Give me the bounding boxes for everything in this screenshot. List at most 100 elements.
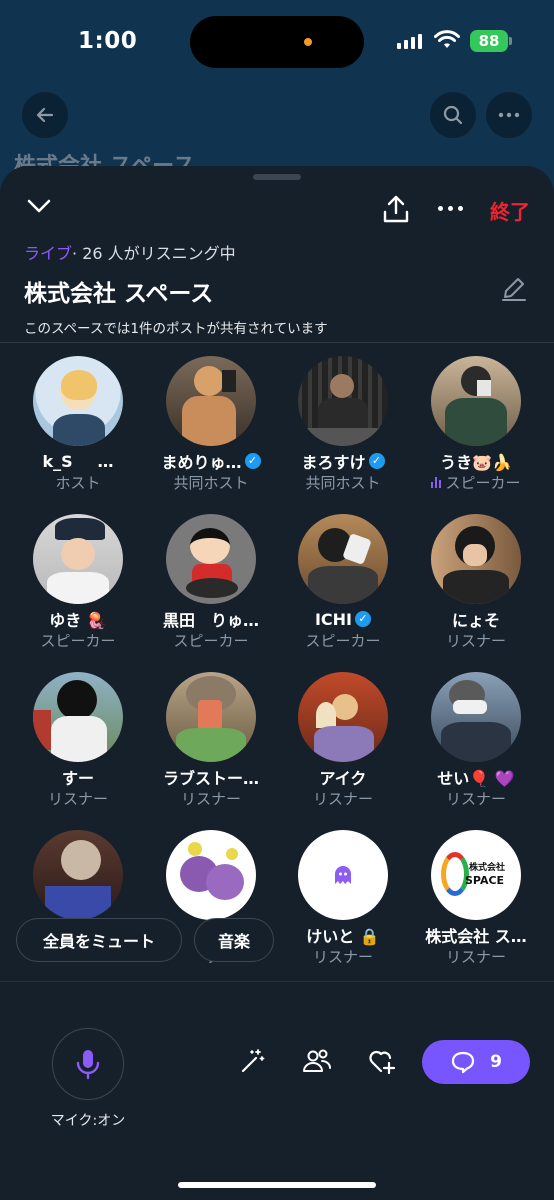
wifi-icon — [434, 30, 460, 48]
divider — [0, 342, 554, 343]
participant-name: k_S … — [42, 451, 114, 471]
avatar — [33, 672, 123, 762]
participant-card[interactable]: にょそ リスナー — [410, 514, 542, 650]
shared-posts-note[interactable]: このスペースでは1件のポストが共有されています — [24, 317, 328, 337]
end-space-button[interactable]: 終了 — [490, 196, 530, 225]
edit-icon[interactable] — [500, 274, 528, 302]
participant-role: リスナー — [180, 789, 241, 808]
avatar — [166, 514, 256, 604]
participant-card[interactable]: ラブストー… リスナー — [145, 672, 277, 808]
participant-name: まろすけ ✓ — [301, 450, 385, 472]
magic-wand-icon[interactable] — [240, 1048, 266, 1074]
participant-card[interactable]: うき🐷🍌 スピーカー — [410, 356, 542, 492]
participant-name: すー — [61, 769, 94, 788]
chat-bubble-icon — [451, 1051, 475, 1074]
status-time: 1:00 — [78, 28, 138, 54]
search-icon — [443, 105, 463, 125]
search-button[interactable] — [430, 92, 476, 138]
avatar — [298, 514, 388, 604]
avatar — [431, 514, 521, 604]
space-sheet: 終了 ライブ· 26 人がリスニング中 株式会社 スペース このスペースでは1件… — [0, 166, 554, 1200]
divider — [0, 981, 554, 982]
participant-name: けいと 🔒 — [306, 927, 380, 946]
avatar — [166, 830, 256, 920]
participant-card[interactable]: まめりゅ… ✓ 共同ホスト — [145, 356, 277, 492]
avatar — [298, 830, 388, 920]
more-icon — [498, 112, 520, 118]
participant-card[interactable]: ゆき 🪼 スピーカー — [12, 514, 144, 650]
speaking-indicator-icon — [431, 476, 442, 488]
home-indicator — [178, 1182, 376, 1188]
chat-count: 9 — [490, 1052, 502, 1072]
participant-role: ホスト — [55, 473, 101, 492]
participant-card[interactable]: 黒田 りゅ… スピーカー — [145, 514, 277, 650]
participant-role: 共同ホスト — [305, 473, 381, 492]
mic-button[interactable] — [52, 1028, 124, 1100]
music-button[interactable]: 音楽 — [194, 918, 274, 962]
participant-card[interactable]: k_S … ホスト — [12, 356, 144, 492]
live-status: ライブ· 26 人がリスニング中 — [24, 240, 236, 264]
space-title: 株式会社 スペース — [24, 281, 214, 307]
share-icon[interactable] — [382, 194, 410, 224]
avatar — [298, 356, 388, 446]
participant-name: ゆき 🪼 — [49, 611, 107, 630]
participant-role: リスナー — [312, 947, 373, 966]
microphone-icon — [76, 1050, 100, 1080]
participant-card[interactable]: すー リスナー — [12, 672, 144, 808]
listener-count: · 26 人がリスニング中 — [72, 244, 236, 263]
participant-role: リスナー — [445, 947, 506, 966]
verified-badge-icon: ✓ — [368, 453, 385, 469]
mute-all-button[interactable]: 全員をミュート — [16, 918, 182, 962]
status-bar: 1:00 88 — [0, 0, 554, 80]
participant-name: ラブストー… — [162, 769, 259, 788]
verified-badge-icon: ✓ — [244, 453, 261, 469]
participant-card[interactable]: ICHI ✓ スピーカー — [277, 514, 409, 650]
participant-card[interactable]: まろすけ ✓ 共同ホスト — [277, 356, 409, 492]
verified-badge-icon: ✓ — [355, 611, 372, 627]
participant-role: リスナー — [445, 631, 506, 650]
participant-name: 株式会社 ス… — [425, 927, 527, 946]
chat-button[interactable]: 9 — [422, 1040, 530, 1084]
ghost-icon — [335, 866, 351, 884]
recording-indicator — [304, 38, 312, 46]
participant-card[interactable]: せい🎈 💜 リスナー — [410, 672, 542, 808]
avatar: 株式会社 SPACE — [431, 830, 521, 920]
back-button[interactable] — [22, 92, 68, 138]
avatar — [431, 672, 521, 762]
participant-role: リスナー — [312, 789, 373, 808]
cellular-signal-icon — [397, 34, 422, 49]
participant-name: うき🐷🍌 — [440, 453, 512, 472]
header-more-button[interactable] — [486, 92, 532, 138]
participant-name: 黒田 りゅ… — [162, 611, 259, 630]
dynamic-island — [190, 16, 364, 68]
avatar — [166, 356, 256, 446]
avatar — [431, 356, 521, 446]
participant-role: リスナー — [445, 789, 506, 808]
participant-name: にょそ — [451, 611, 500, 630]
battery-nub — [509, 37, 512, 45]
sheet-more-icon[interactable] — [438, 206, 463, 211]
avatar — [33, 514, 123, 604]
participant-role: リスナー — [47, 789, 108, 808]
participant-role: 共同ホスト — [173, 473, 249, 492]
battery-indicator: 88 — [470, 30, 508, 52]
participant-role: スピーカー — [173, 631, 249, 650]
participant-card[interactable]: けいと 🔒 リスナー — [277, 830, 409, 966]
sheet-grabber[interactable] — [253, 174, 301, 180]
avatar — [166, 672, 256, 762]
heart-plus-icon[interactable] — [368, 1048, 396, 1074]
arrow-left-icon — [36, 107, 54, 123]
avatar — [33, 830, 123, 920]
participant-role: スピーカー — [305, 631, 381, 650]
space-logo: 株式会社 SPACE — [441, 848, 511, 902]
participant-name: アイク — [319, 769, 367, 788]
people-icon[interactable] — [302, 1048, 332, 1074]
participant-name: ICHI ✓ — [315, 608, 372, 630]
participant-card[interactable]: 株式会社 SPACE 株式会社 ス… リスナー — [410, 830, 542, 966]
chevron-down-icon[interactable] — [26, 198, 52, 214]
live-label: ライブ — [24, 244, 73, 263]
participant-role: スピーカー — [431, 472, 521, 492]
participant-card[interactable]: アイク リスナー — [277, 672, 409, 808]
mic-status-label: マイク:オン — [50, 1113, 126, 1129]
participant-role: スピーカー — [40, 631, 116, 650]
